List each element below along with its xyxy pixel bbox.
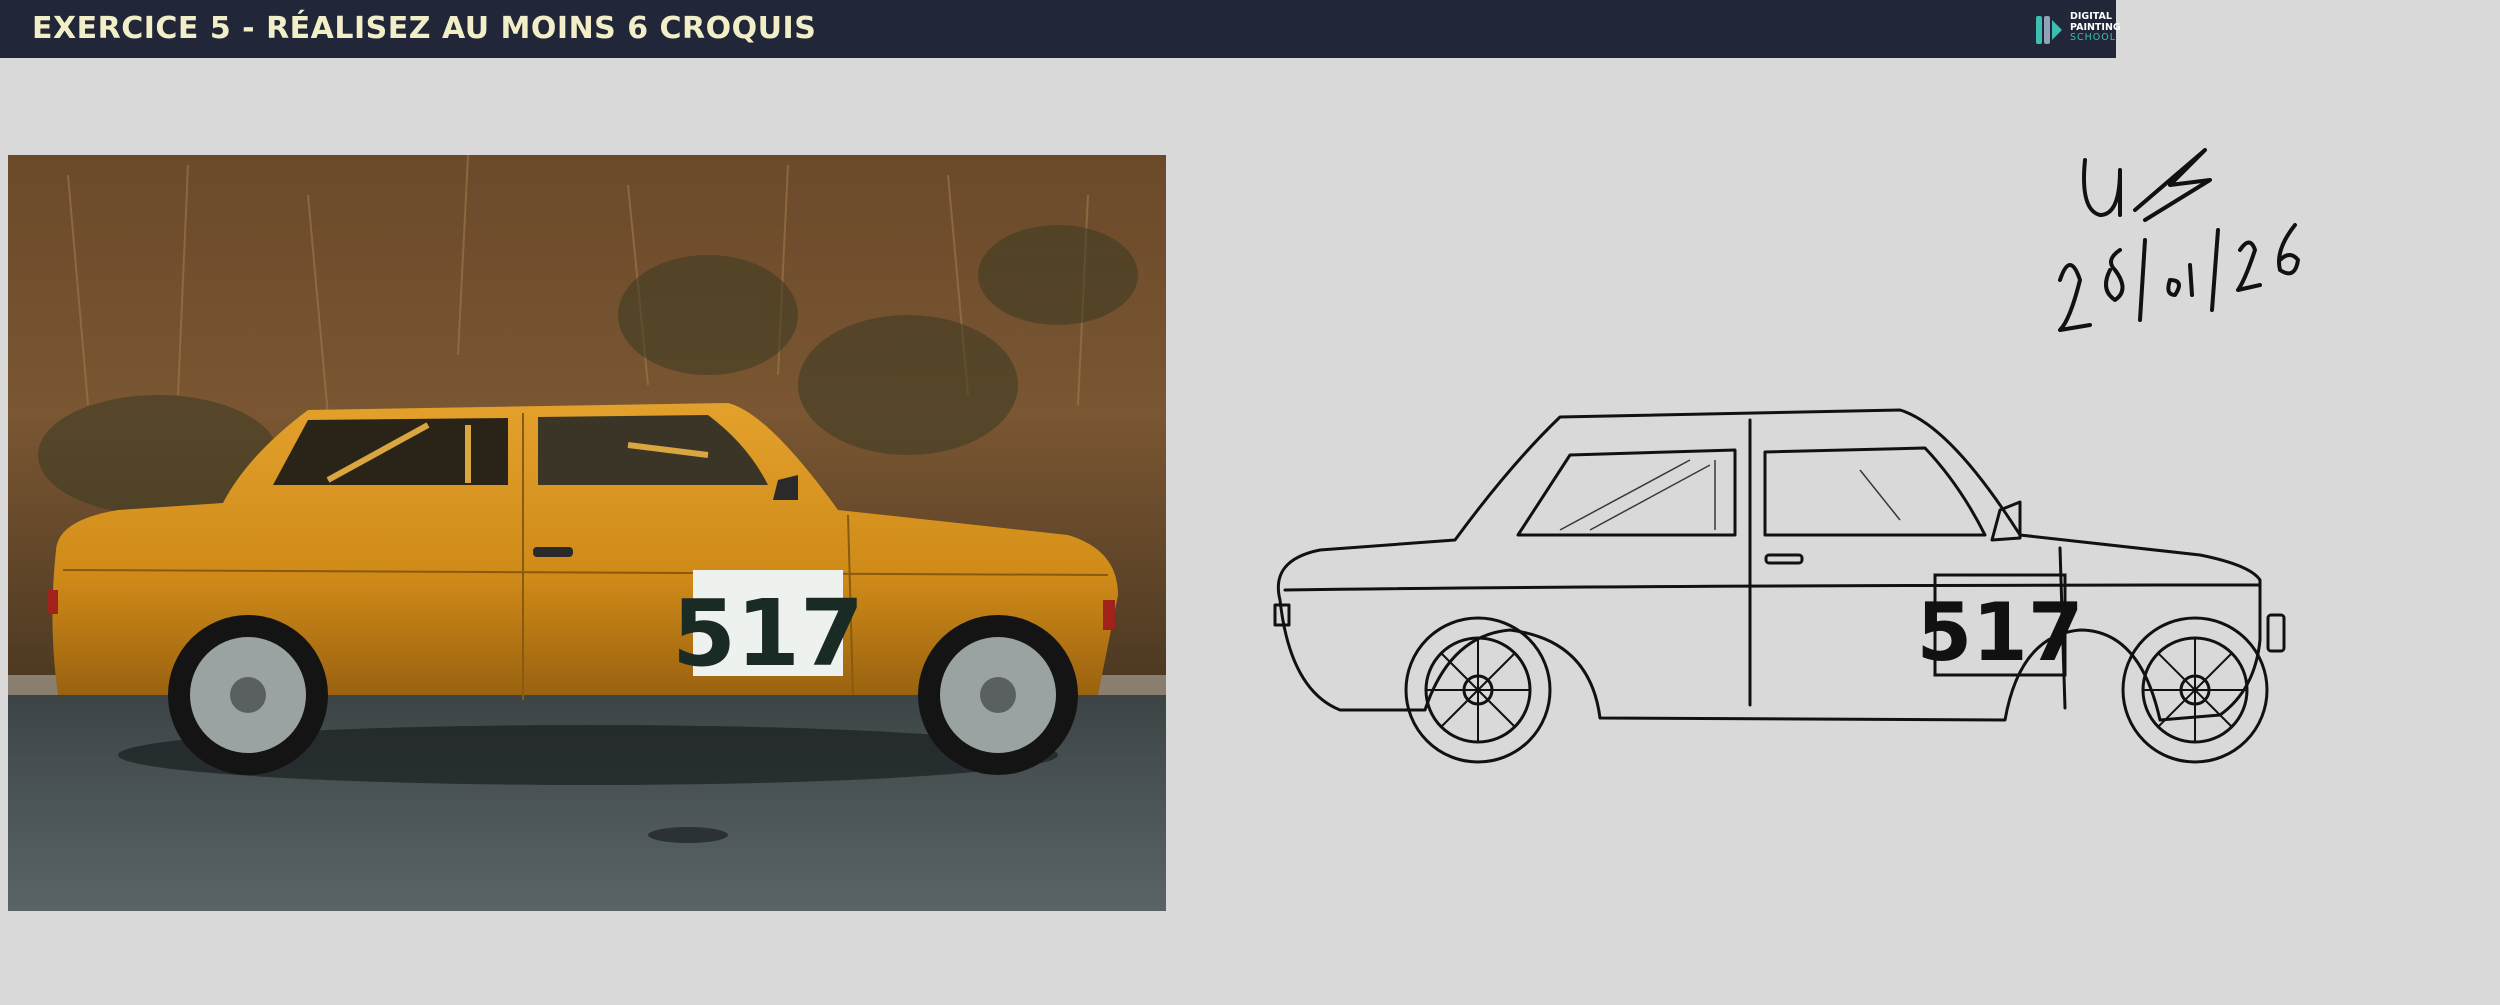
- logo-line-3: SCHOOL: [2070, 32, 2117, 43]
- artist-signature: [2040, 130, 2340, 350]
- logo-line-1: DIGITAL: [2070, 11, 2112, 22]
- header-bar: EXERCICE 5 - RÉALISEZ AU MOINS 6 CROQUIS…: [0, 0, 2121, 58]
- page-title: EXERCICE 5 - RÉALISEZ AU MOINS 6 CROQUIS: [32, 11, 817, 46]
- signature-drawing: [2058, 148, 2300, 332]
- sketch-drawing: 517: [1273, 408, 2286, 764]
- paintbrush-logo-icon: [2036, 16, 2062, 44]
- photo-race-number: 517: [672, 580, 864, 687]
- reference-photo-image: 517: [8, 155, 1166, 911]
- car-line-sketch: 517: [1260, 390, 2380, 790]
- reference-photo: 517: [8, 155, 1166, 911]
- logo-text: DIGITAL PAINTING SCHOOL: [2070, 11, 2121, 44]
- digital-painting-school-logo: DIGITAL PAINTING SCHOOL: [2034, 10, 2121, 50]
- sketch-race-number: 517: [1917, 586, 2084, 679]
